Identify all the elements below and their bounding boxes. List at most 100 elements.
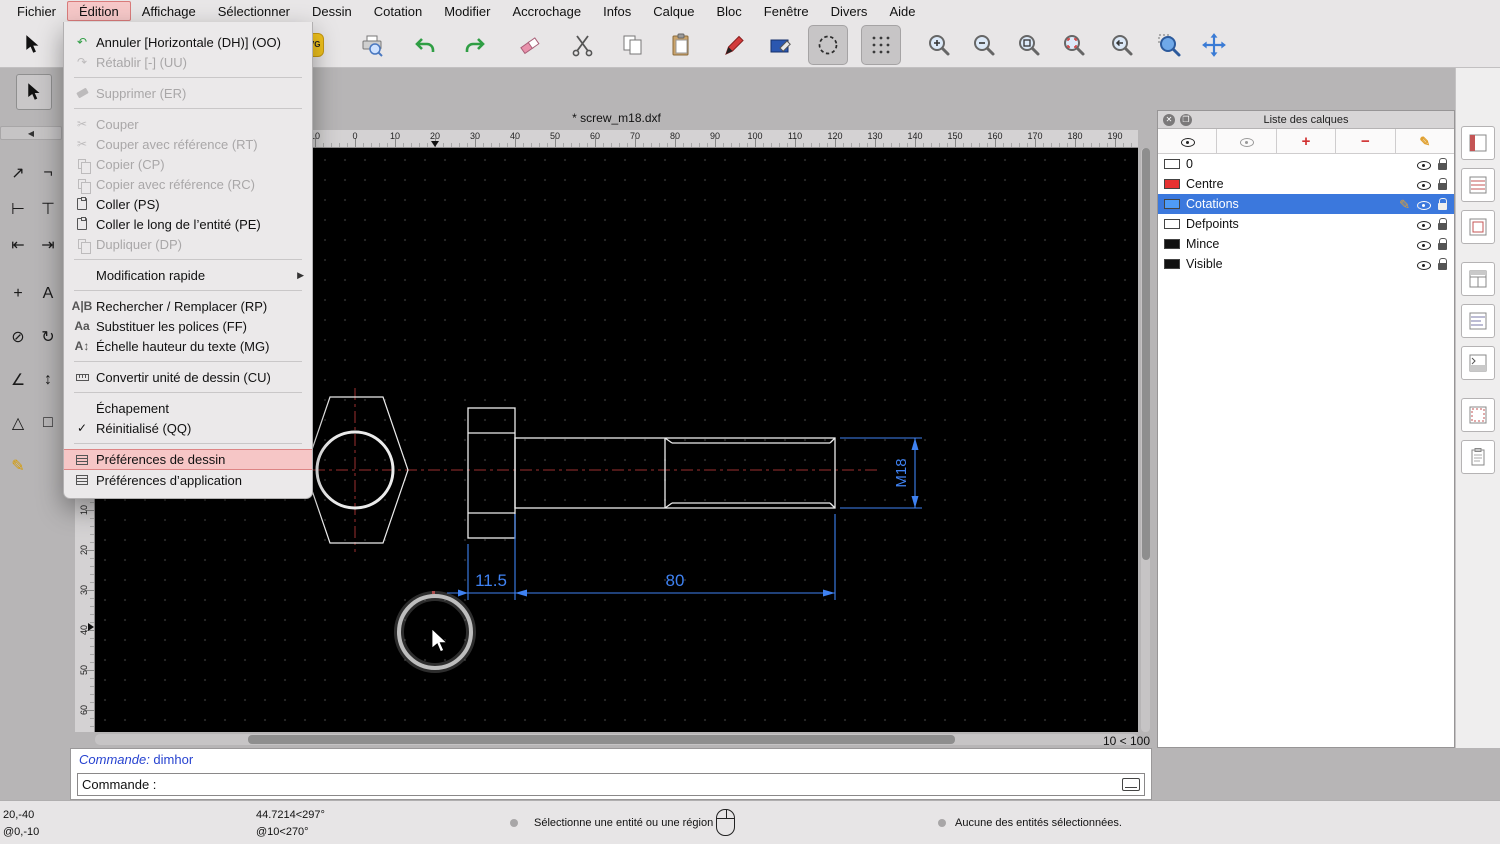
tool-vertical-button[interactable]: ↕	[33, 363, 63, 397]
vertical-scrollbar[interactable]	[1141, 148, 1150, 732]
menu-selectionner[interactable]: Sélectionner	[207, 1, 301, 21]
pan-button[interactable]	[1194, 25, 1234, 65]
menu-item-rechercher-remplacer[interactable]: A|B Rechercher / Remplacer (RP)	[64, 296, 312, 316]
layer-row-cotations[interactable]: Cotations ✎	[1158, 194, 1454, 214]
menu-item-modification-rapide[interactable]: Modification rapide ▶	[64, 265, 312, 285]
snap-tangent-button[interactable]: ⊤	[33, 192, 63, 226]
layer-lock-icon[interactable]	[1437, 238, 1448, 251]
command-input[interactable]: Commande :	[77, 773, 1145, 796]
dock-blocks-button[interactable]	[1461, 210, 1495, 244]
snap-aperture-button[interactable]	[808, 25, 848, 65]
menu-accrochage[interactable]: Accrochage	[501, 1, 592, 21]
close-panel-icon[interactable]: ✕	[1163, 114, 1175, 126]
layer-lock-icon[interactable]	[1437, 158, 1448, 171]
left-selection-pointer-button[interactable]	[16, 74, 52, 110]
menu-affichage[interactable]: Affichage	[131, 1, 207, 21]
bolt-side-view[interactable]	[468, 408, 835, 538]
show-all-layers-button[interactable]	[1158, 129, 1217, 153]
zoom-previous-button[interactable]	[1102, 25, 1142, 65]
snap-center-button[interactable]: +	[3, 277, 33, 311]
keyboard-panel-icon[interactable]	[1122, 778, 1140, 791]
menu-fenetre[interactable]: Fenêtre	[753, 1, 820, 21]
layer-row-visible[interactable]: Visible	[1158, 254, 1454, 274]
menu-infos[interactable]: Infos	[592, 1, 642, 21]
print-preview-button[interactable]	[352, 25, 392, 65]
edit-block-button[interactable]	[761, 25, 801, 65]
menu-item-preferences-dessin[interactable]: Préférences de dessin	[64, 449, 312, 470]
menu-calque[interactable]: Calque	[642, 1, 705, 21]
zoom-window-button[interactable]	[1149, 25, 1189, 65]
dock-library-button[interactable]	[1461, 304, 1495, 338]
menu-item-coller-entite[interactable]: Coller le long de l’entité (PE)	[64, 214, 312, 234]
snap-right-button[interactable]: ⇥	[33, 228, 63, 262]
snap-left-button[interactable]: ⇤	[3, 228, 33, 262]
snap-corner-button[interactable]: ¬	[33, 156, 63, 190]
layer-lock-icon[interactable]	[1437, 198, 1448, 211]
menu-item-echapement[interactable]: Échapement	[64, 398, 312, 418]
menu-cotation[interactable]: Cotation	[363, 1, 433, 21]
layer-row-centre[interactable]: Centre	[1158, 174, 1454, 194]
layer-visibility-icon[interactable]	[1416, 238, 1431, 251]
layer-visibility-icon[interactable]	[1416, 178, 1431, 191]
delete-button[interactable]	[510, 25, 550, 65]
zoom-auto-button[interactable]	[1009, 25, 1049, 65]
copy-button[interactable]	[613, 25, 653, 65]
selection-pointer-button[interactable]	[13, 25, 53, 65]
dock-views-button[interactable]	[1461, 262, 1495, 296]
layer-lock-icon[interactable]	[1437, 218, 1448, 231]
menu-item-convertir-unite[interactable]: Convertir unité de dessin (CU)	[64, 367, 312, 387]
hide-all-layers-button[interactable]	[1217, 129, 1276, 153]
menu-item-reinitialise[interactable]: ✓ Réinitialisé (QQ)	[64, 418, 312, 438]
menu-fichier[interactable]: Fichier	[6, 1, 67, 21]
dock-properties-button[interactable]	[1461, 126, 1495, 160]
remove-layer-button[interactable]: −	[1336, 129, 1395, 153]
horizontal-scrollbar-thumb[interactable]	[248, 735, 955, 744]
layer-row-0[interactable]: 0	[1158, 154, 1454, 174]
zoom-in-button[interactable]	[919, 25, 959, 65]
menu-bloc[interactable]: Bloc	[705, 1, 752, 21]
tool-rotate-button[interactable]: ↻	[33, 320, 63, 354]
snap-endpoint-button[interactable]: ↗	[3, 156, 33, 190]
dock-selection-button[interactable]	[1461, 398, 1495, 432]
layer-row-defpoints[interactable]: Defpoints	[1158, 214, 1454, 234]
dock-layers-button[interactable]	[1461, 168, 1495, 202]
tool-triangle-button[interactable]: △	[3, 406, 33, 440]
dimensions[interactable]: 11.5 80 M18	[447, 438, 922, 600]
snap-reference-button[interactable]: A	[33, 277, 63, 311]
undo-button[interactable]	[405, 25, 445, 65]
menu-item-annuler[interactable]: ↶ Annuler [Horizontale (DH)] (OO)	[64, 32, 312, 52]
undock-panel-icon[interactable]: ❐	[1180, 114, 1192, 126]
menu-item-substituer-polices[interactable]: Aa Substituer les polices (FF)	[64, 316, 312, 336]
layer-visibility-icon[interactable]	[1416, 218, 1431, 231]
menu-aide[interactable]: Aide	[878, 1, 926, 21]
tool-sketch-button[interactable]: ✎	[3, 449, 33, 483]
edit-layer-button[interactable]: ✎	[1396, 129, 1454, 153]
layer-visibility-icon[interactable]	[1416, 258, 1431, 271]
horizontal-scrollbar[interactable]	[95, 734, 1138, 745]
menu-edition[interactable]: Édition	[67, 1, 131, 21]
collapse-toolbar-button[interactable]: ◀	[0, 126, 62, 140]
add-layer-button[interactable]: +	[1277, 129, 1336, 153]
vertical-scrollbar-thumb[interactable]	[1142, 148, 1150, 560]
menu-item-coller[interactable]: Coller (PS)	[64, 194, 312, 214]
layer-lock-icon[interactable]	[1437, 258, 1448, 271]
layer-visibility-icon[interactable]	[1416, 198, 1431, 211]
zoom-selection-button[interactable]	[1054, 25, 1094, 65]
tool-angle-button[interactable]: ∠	[3, 363, 33, 397]
layer-row-mince[interactable]: Mince	[1158, 234, 1454, 254]
dock-command-button[interactable]	[1461, 346, 1495, 380]
redo-button[interactable]	[455, 25, 495, 65]
paste-button[interactable]	[661, 25, 701, 65]
menu-item-echelle-texte[interactable]: A↕ Échelle hauteur du texte (MG)	[64, 336, 312, 356]
menu-dessin[interactable]: Dessin	[301, 1, 363, 21]
tool-restrict-button[interactable]: ⊘	[3, 320, 33, 354]
cut-button[interactable]	[563, 25, 603, 65]
tool-rectangle-button[interactable]: □	[33, 406, 63, 440]
menu-divers[interactable]: Divers	[820, 1, 879, 21]
menu-modifier[interactable]: Modifier	[433, 1, 501, 21]
layer-visibility-icon[interactable]	[1416, 158, 1431, 171]
grid-toggle-button[interactable]	[861, 25, 901, 65]
snap-perpendicular-button[interactable]: ⊢	[3, 192, 33, 226]
zoom-out-button[interactable]	[964, 25, 1004, 65]
pen-button[interactable]	[714, 25, 754, 65]
